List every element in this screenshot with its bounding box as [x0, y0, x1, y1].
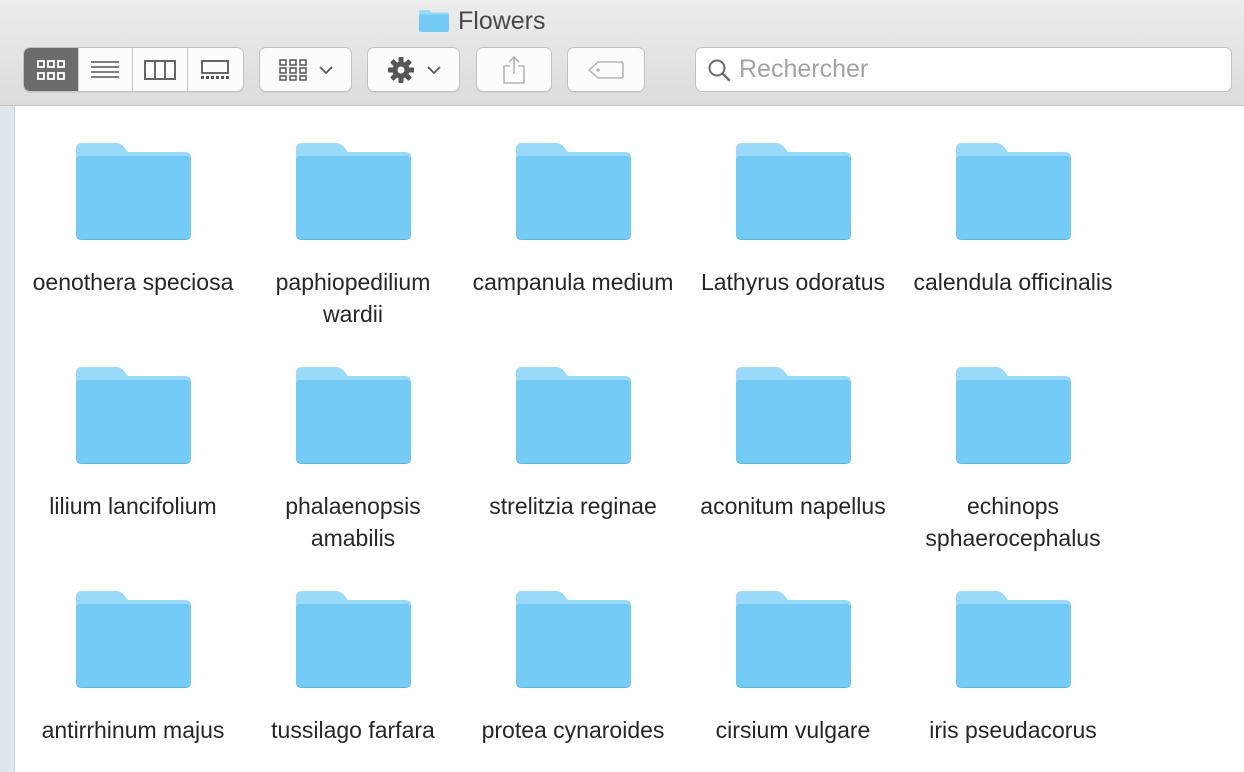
folder-label: Lathyrus odoratus	[700, 269, 886, 295]
folder-label: protea cynaroides	[481, 717, 665, 743]
folder-icon	[516, 143, 631, 240]
gallery-icon	[201, 59, 230, 79]
list-view-button[interactable]	[79, 48, 133, 91]
list-icon	[91, 60, 120, 78]
folder-icon	[956, 367, 1071, 464]
folder-icon	[419, 10, 449, 32]
columns-icon	[143, 59, 176, 80]
folder-label: oenothera speciosa	[32, 269, 234, 295]
action-button[interactable]	[367, 47, 460, 92]
folder-label: tussilago farfara	[271, 717, 435, 743]
window-title: Flowers	[418, 6, 546, 36]
chevron-down-icon	[426, 65, 441, 74]
folder-item[interactable]: lilium lancifolium	[23, 360, 243, 584]
folder-label: paphiopedilium wardii	[275, 269, 431, 327]
folder-icon	[956, 591, 1071, 688]
folder-item[interactable]: tussilago farfara	[243, 584, 463, 772]
grid-icon	[36, 59, 65, 80]
tags-button[interactable]	[567, 47, 645, 92]
icon-view-button[interactable]	[24, 48, 79, 91]
folder-item[interactable]: iris pseudacorus	[903, 584, 1123, 772]
folder-item[interactable]: oenothera speciosa	[23, 136, 243, 360]
folder-label: strelitzia reginae	[489, 493, 657, 519]
folder-item[interactable]: Lathyrus odoratus	[683, 136, 903, 360]
gear-icon	[387, 56, 414, 83]
search-input[interactable]	[739, 55, 1209, 84]
folder-label: iris pseudacorus	[929, 717, 1097, 743]
file-browser-content: oenothera speciosa paphiopedilium wardii…	[0, 106, 1244, 772]
folder-item[interactable]: strelitzia reginae	[463, 360, 683, 584]
folder-icon	[296, 591, 411, 688]
folder-icon	[296, 367, 411, 464]
folder-icon	[736, 143, 851, 240]
column-view-button[interactable]	[133, 48, 188, 91]
grid-icon	[278, 58, 307, 81]
folder-item[interactable]: paphiopedilium wardii	[243, 136, 463, 360]
folder-icon	[76, 367, 191, 464]
folder-item[interactable]: campanula medium	[463, 136, 683, 360]
folder-icon	[76, 143, 191, 240]
folder-icon	[736, 591, 851, 688]
folder-item[interactable]: calendula officinalis	[903, 136, 1123, 360]
folder-item[interactable]: echinops sphaerocephalus	[903, 360, 1123, 584]
folder-label: phalaenopsis amabilis	[285, 493, 421, 551]
folder-label: calendula officinalis	[913, 269, 1113, 295]
folder-label: cirsium vulgare	[715, 717, 871, 743]
toolbar: Flowers	[0, 0, 1244, 106]
folder-icon	[736, 367, 851, 464]
finder-window: Flowers Rechercher oenothera speciosa pa…	[0, 0, 1244, 772]
folder-item[interactable]: cirsium vulgare	[683, 584, 903, 772]
folder-item[interactable]: protea cynaroides	[463, 584, 683, 772]
folder-item[interactable]: phalaenopsis amabilis	[243, 360, 463, 584]
folder-icon	[76, 591, 191, 688]
folder-grid: oenothera speciosa paphiopedilium wardii…	[23, 136, 1123, 772]
chevron-down-icon	[318, 65, 333, 74]
view-mode-group	[23, 47, 244, 92]
folder-label: echinops sphaerocephalus	[925, 493, 1101, 551]
folder-item[interactable]: aconitum napellus	[683, 360, 903, 584]
folder-icon	[956, 143, 1071, 240]
sidebar-edge	[0, 106, 15, 772]
share-icon	[503, 55, 525, 84]
folder-label: campanula medium	[472, 269, 674, 295]
share-button[interactable]	[476, 47, 552, 92]
folder-icon	[516, 591, 631, 688]
window-title-text: Flowers	[458, 6, 546, 35]
arrange-button[interactable]	[259, 47, 352, 92]
folder-icon	[516, 367, 631, 464]
search-field[interactable]	[695, 47, 1232, 92]
folder-item[interactable]: antirrhinum majus	[23, 584, 243, 772]
folder-label: lilium lancifolium	[49, 493, 217, 519]
folder-icon	[296, 143, 411, 240]
magnifier-icon	[708, 59, 731, 81]
tag-icon	[588, 60, 624, 79]
gallery-view-button[interactable]	[188, 48, 243, 91]
folder-label: aconitum napellus	[700, 493, 886, 519]
folder-label: antirrhinum majus	[41, 717, 225, 743]
